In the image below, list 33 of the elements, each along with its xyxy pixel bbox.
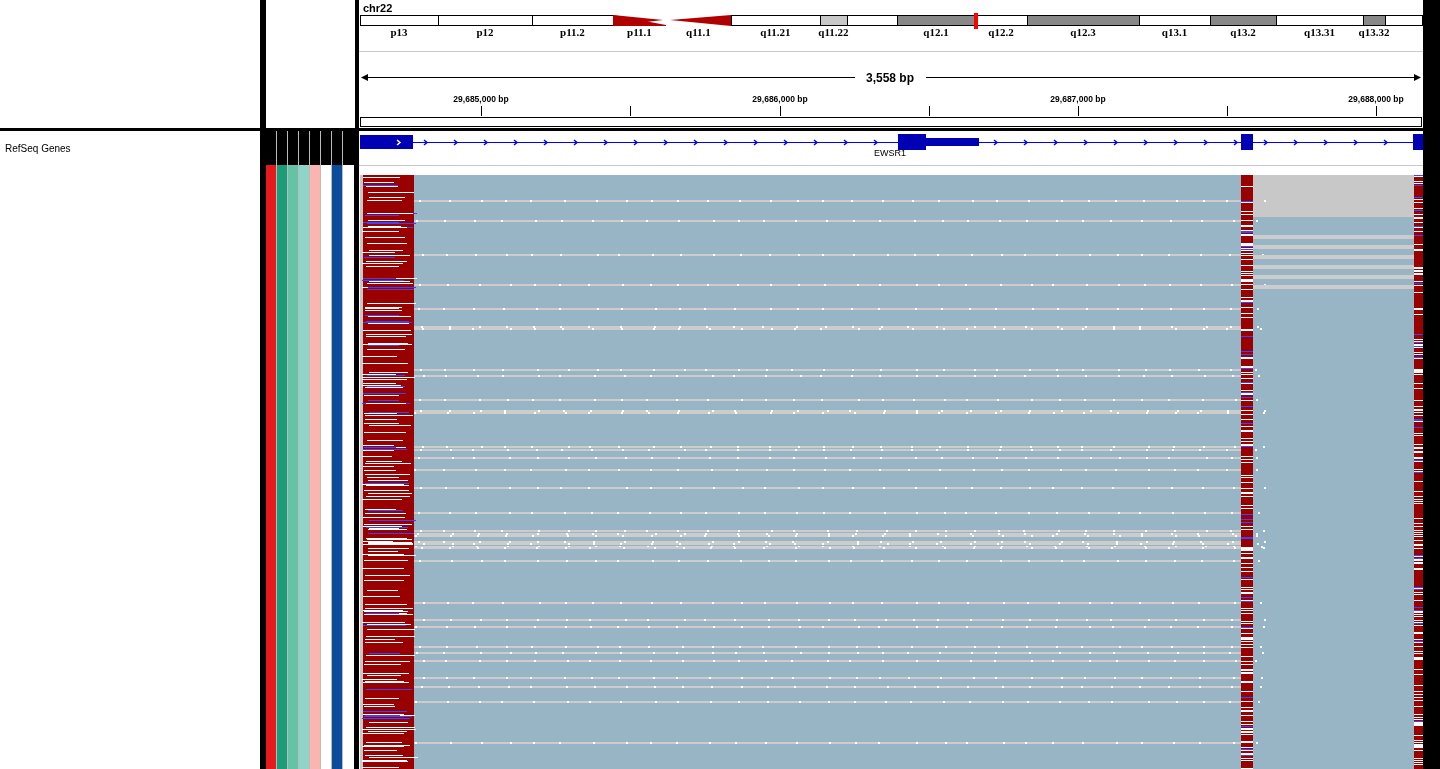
ruler-tick — [630, 105, 631, 117]
cytoband-label: q13.1 — [1161, 26, 1188, 38]
cytoband-label: q12.1 — [923, 26, 949, 38]
ruler-span-label: 3,558 bp — [866, 71, 914, 85]
ruler-tick — [481, 105, 482, 117]
chromosome-ideogram[interactable] — [360, 15, 1423, 26]
cytoband-label: p11.2 — [560, 26, 585, 38]
gene-model[interactable] — [359, 134, 1423, 150]
cytoband-label: p13 — [390, 26, 408, 38]
ruler-tick-label: 29,688,000 bp — [1348, 94, 1404, 104]
ruler-tick — [929, 105, 930, 117]
track-name: RefSeq Genes — [5, 143, 72, 155]
cytoband-label: q13.2 — [1230, 26, 1256, 38]
ruler-tick-label: 29,686,000 bp — [752, 94, 808, 104]
ruler-tick — [1227, 105, 1228, 117]
ruler-tick-label: 29,685,000 bp — [453, 94, 509, 104]
chromosome-name: chr22 — [363, 2, 393, 14]
cytoband-label: q11.1 — [686, 26, 711, 38]
ruler-tick — [1376, 105, 1377, 117]
cytoband-label: p11.1 — [627, 26, 652, 38]
cytoband-label: q13.32 — [1358, 26, 1390, 38]
cytoband-label: q11.22 — [818, 26, 849, 38]
region-of-interest-bar[interactable] — [360, 117, 1422, 127]
cytoband-label: q13.31 — [1304, 26, 1335, 38]
cytoband-label: q12.2 — [988, 26, 1014, 38]
current-region-marker — [974, 13, 978, 29]
cytoband-label: p12 — [476, 26, 494, 38]
ruler-tick — [780, 105, 781, 117]
gene-name-label: EWSR1 — [874, 148, 906, 158]
ruler-tick — [1078, 105, 1079, 117]
ruler-tick-label: 29,687,000 bp — [1050, 94, 1106, 104]
cytoband-label: q12.3 — [1070, 26, 1096, 38]
cytoband-label: q11.21 — [760, 26, 791, 38]
